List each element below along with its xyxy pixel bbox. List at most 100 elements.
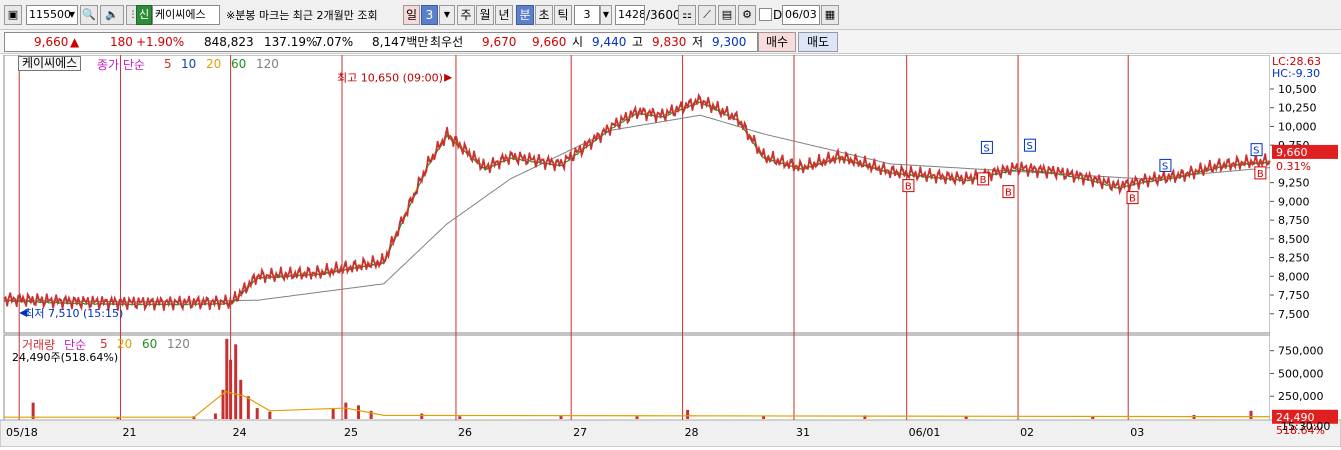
ma-period-label: 10 xyxy=(181,57,196,71)
signal-label: B xyxy=(1005,188,1012,199)
volume-bar xyxy=(234,344,238,419)
y-tick-label: 8,750 xyxy=(1278,214,1310,227)
volume-ma-period-label: 20 xyxy=(117,337,132,351)
best-ask-label: 최우선 xyxy=(430,35,464,49)
d-label: D xyxy=(773,8,783,22)
time-label: 15:30:00 xyxy=(1281,420,1331,433)
volume-bar xyxy=(255,408,259,419)
volume-bar xyxy=(225,338,229,419)
turnover-value: 7.07% xyxy=(315,35,354,49)
price-indicator-label: 종가 단순 xyxy=(97,58,145,72)
speaker-icon[interactable]: 🔈 xyxy=(100,5,124,25)
y-tick-label: 7,750 xyxy=(1278,289,1310,302)
y-tick-label: 7,500 xyxy=(1278,308,1310,321)
y-tick-label: 750,000 xyxy=(1278,345,1324,358)
volume-bar xyxy=(762,416,766,419)
stock-code-text: 115500 xyxy=(29,8,71,21)
volume-value: 848,823 xyxy=(204,35,254,49)
low-value: 9,300 xyxy=(712,35,747,49)
notice-text: ※분봉 마크는 최근 2개월만 조회 xyxy=(226,9,378,22)
volume-bar xyxy=(213,413,217,419)
high-value: 9,830 xyxy=(652,35,687,49)
save-icon[interactable]: ▤ xyxy=(718,5,736,25)
low-note: 최저 7,510 (15:15) xyxy=(24,307,123,320)
date-checkbox[interactable] xyxy=(759,8,772,21)
chart-area[interactable]: 05/18 21 24 25 26 27 28 31 06/01 02 03 10,500 10,250… xyxy=(0,54,1341,448)
y-tick-label: 250,000 xyxy=(1278,390,1324,403)
chart-settings-icon[interactable]: ▣ xyxy=(4,5,22,25)
ma-period-label: 20 xyxy=(206,57,221,71)
signal-label: S xyxy=(1026,141,1032,152)
tab-year[interactable]: 년 xyxy=(495,5,513,25)
chart-svg: 05/18 21 24 25 26 27 28 31 06/01 02 03 10,500 10,250… xyxy=(0,54,1341,448)
y-tick-label: 8,250 xyxy=(1278,252,1310,265)
signal-label: B xyxy=(1129,194,1136,205)
volume-sub-label: 24,490주(518.64%) xyxy=(12,351,119,364)
chevron-down-icon[interactable]: ▼ xyxy=(439,5,455,25)
high-note: 최고 10,650 (09:00) xyxy=(337,72,443,85)
x-tick-label: 21 xyxy=(122,426,136,439)
volume-bar xyxy=(31,402,35,419)
calendar-icon[interactable]: ▦ xyxy=(821,5,839,25)
toolbar: ▣ 115500 ▼ 🔍 🔈 ⋮ 신 케이씨에스 ※분봉 마크는 최근 2개월만 … xyxy=(0,0,1341,30)
sell-button[interactable]: 매도 xyxy=(798,32,838,52)
quote-bar: 9,660 ▲ 180 +1.90% 848,823 137.19% 7.07%… xyxy=(0,30,1341,54)
trend-icon[interactable]: ⟋ xyxy=(698,5,716,25)
volume-bar xyxy=(239,379,243,419)
gear-icon[interactable]: ⚙ xyxy=(738,5,756,25)
high-label: 고 xyxy=(632,35,644,49)
x-tick-label: 28 xyxy=(685,426,699,439)
volume-bar xyxy=(686,409,690,419)
up-arrow-icon: ▲ xyxy=(70,35,80,49)
y-tick-label: 10,000 xyxy=(1278,120,1317,133)
bars-icon[interactable]: ⚏ xyxy=(678,5,696,25)
signal-label: S xyxy=(1162,161,1168,172)
search-icon[interactable]: 🔍 xyxy=(80,5,98,25)
tab-second[interactable]: 초 xyxy=(535,5,553,25)
count-input[interactable]: 1428 xyxy=(615,5,645,25)
tab-day-count[interactable]: 3 xyxy=(421,5,438,25)
chevron-down-icon: ▼ xyxy=(68,10,75,19)
price-value: 9,660 xyxy=(34,35,69,49)
y-tick-label: 9,250 xyxy=(1278,177,1310,190)
x-tick-label: 27 xyxy=(573,426,587,439)
x-tick-label: 02 xyxy=(1020,426,1034,439)
ma-period-label: 5 xyxy=(164,57,172,71)
tab-tick[interactable]: 틱 xyxy=(554,5,572,25)
volume-ma-period-label: 120 xyxy=(167,337,190,351)
signal-label: B xyxy=(1257,169,1264,180)
best-bid-value: 9,660 xyxy=(532,35,567,49)
buy-button[interactable]: 매수 xyxy=(758,32,796,52)
tab-day[interactable]: 일 xyxy=(403,5,420,25)
x-tick-label: 03 xyxy=(1130,426,1144,439)
signal-label: B xyxy=(905,182,912,193)
ma-period-label: 120 xyxy=(256,57,279,71)
x-tick-label: 06/01 xyxy=(909,426,941,439)
y-tick-label: 10,250 xyxy=(1278,102,1317,115)
y-tick-label: 500,000 xyxy=(1278,367,1324,380)
chevron-down-icon[interactable]: ▼ xyxy=(600,5,612,25)
volume-bar xyxy=(420,413,424,419)
change-value: 180 xyxy=(110,35,133,49)
stock-code-input[interactable]: 115500 ▼ xyxy=(26,5,78,25)
interval-input[interactable]: 3 xyxy=(574,5,600,25)
x-tick-label: 24 xyxy=(233,426,247,439)
tab-month[interactable]: 월 xyxy=(476,5,494,25)
last-price-label: 9,660 xyxy=(1276,146,1308,159)
best-ask-value: 9,670 xyxy=(482,35,517,49)
date-input[interactable]: 06/03 xyxy=(782,5,820,25)
tab-minute[interactable]: 분 xyxy=(516,5,534,25)
last-pct-label: 0.31% xyxy=(1276,160,1311,173)
count-total: /3600 xyxy=(646,8,681,22)
y-tick-label: 10,500 xyxy=(1278,83,1317,96)
volume-ma-period-label: 60 xyxy=(142,337,157,351)
tab-week[interactable]: 주 xyxy=(457,5,475,25)
low-label: 저 xyxy=(692,35,704,49)
volume-bar xyxy=(1091,416,1095,419)
volume-bar xyxy=(268,411,272,419)
signal-label: S xyxy=(983,143,989,154)
volume-panel xyxy=(3,334,1271,424)
volume-bar xyxy=(229,359,233,419)
volume-bar xyxy=(356,405,360,419)
stock-name-field[interactable]: 케이씨에스 xyxy=(152,5,220,25)
